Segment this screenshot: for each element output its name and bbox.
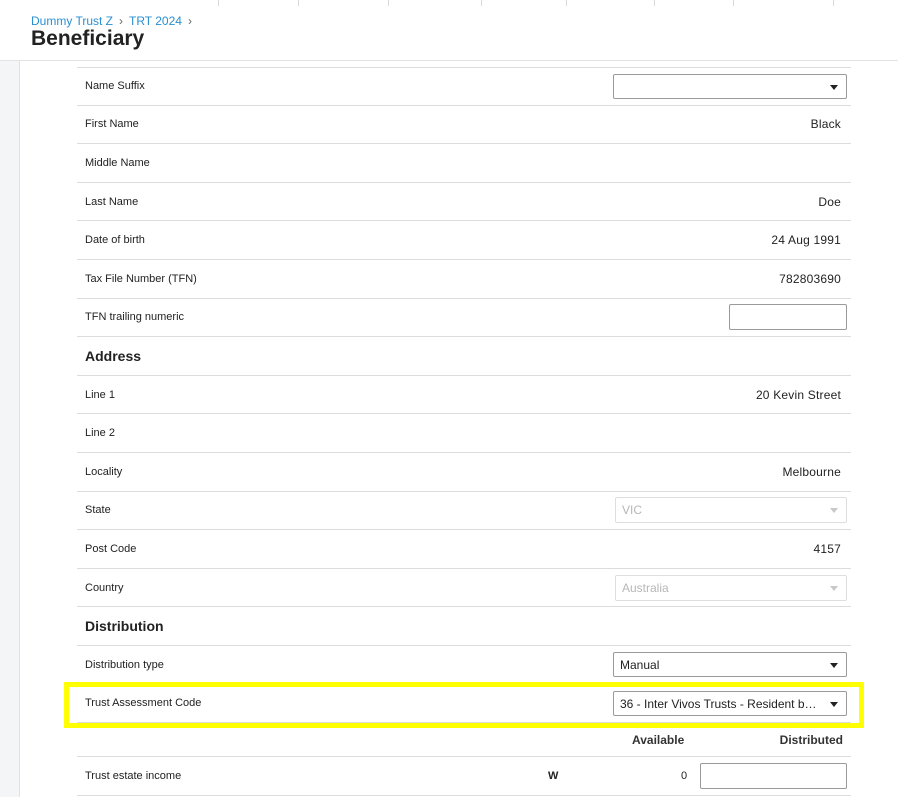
field-label: Tax File Number (TFN): [85, 272, 197, 285]
left-gutter: [0, 61, 20, 797]
distribution-type-select[interactable]: Manual: [613, 652, 847, 678]
date-of-birth-value: 24 Aug 1991: [771, 233, 841, 248]
page-title: Beneficiary: [31, 27, 145, 50]
distributed-column-heading: Distributed: [779, 733, 843, 748]
field-label: Distribution type: [85, 658, 164, 671]
field-label: Locality: [85, 465, 123, 478]
select-value: 36 - Inter Vivos Trusts - Resident benef…: [620, 696, 847, 711]
chevron-right-icon: ›: [187, 14, 192, 28]
field-label: Line 1: [85, 388, 115, 401]
available-value: 0: [681, 769, 688, 782]
field-label: Name Suffix: [85, 80, 145, 93]
row-trust-assessment-code: Trust Assessment Code 36 - Inter Vivos T…: [77, 685, 851, 724]
field-label: Date of birth: [85, 234, 145, 247]
row-tfn-trailing: TFN trailing numeric: [77, 299, 851, 338]
address-heading: Address: [85, 347, 142, 364]
distribution-heading: Distribution: [85, 618, 164, 635]
field-label: Trust Assessment Code: [85, 697, 202, 710]
row-name-suffix: Name Suffix: [77, 67, 851, 106]
caret-down-icon: [830, 508, 838, 514]
name-suffix-select[interactable]: [613, 73, 847, 99]
row-locality: Locality Melbourne: [77, 453, 851, 492]
row-middle-name: Middle Name: [77, 144, 851, 183]
row-state: State VIC: [77, 492, 851, 531]
postcode-value: 4157: [813, 541, 841, 556]
caret-down-icon: [830, 585, 838, 591]
row-trust-estate-income: Trust estate income W 0: [77, 757, 851, 796]
field-label: State: [85, 504, 111, 517]
row-postcode: Post Code 4157: [77, 530, 851, 569]
label-code: W: [548, 769, 559, 782]
row-last-name: Last Name Doe: [77, 183, 851, 222]
select-value: Australia: [622, 580, 669, 595]
field-label: Post Code: [85, 542, 137, 555]
income-column-header: Available Distributed: [77, 723, 851, 758]
field-label: TFN trailing numeric: [85, 311, 185, 324]
state-select: VIC: [615, 497, 847, 524]
breadcrumb-link-return[interactable]: TRT 2024: [129, 14, 182, 28]
caret-down-icon: [830, 84, 838, 90]
tfn-trailing-input[interactable]: [729, 304, 847, 331]
field-label: Middle Name: [85, 156, 150, 169]
page-header: Dummy Trust Z › TRT 2024 › Beneficiary: [0, 0, 898, 61]
top-tab-dividers: [0, 0, 898, 6]
last-name-value: Doe: [818, 194, 841, 209]
select-value: Manual: [620, 658, 660, 673]
row-first-name: First Name Black: [77, 106, 851, 145]
chevron-right-icon: ›: [119, 14, 124, 28]
breadcrumb: Dummy Trust Z › TRT 2024 ›: [31, 14, 198, 28]
caret-down-icon: [830, 701, 838, 707]
distributed-input[interactable]: [700, 762, 847, 789]
field-label: Trust estate income: [85, 769, 182, 782]
tfn-value: 782803690: [779, 271, 841, 286]
row-tfn: Tax File Number (TFN) 782803690: [77, 260, 851, 299]
field-label: Last Name: [85, 195, 139, 208]
breadcrumb-link-trust[interactable]: Dummy Trust Z: [31, 14, 113, 28]
row-distribution-type: Distribution type Manual: [77, 646, 851, 685]
available-column-heading: Available: [632, 733, 685, 748]
row-address-heading: Address: [77, 337, 851, 376]
trust-assessment-code-select[interactable]: 36 - Inter Vivos Trusts - Resident benef…: [613, 690, 847, 716]
field-label: First Name: [85, 118, 139, 131]
select-value: VIC: [622, 503, 643, 518]
address-line1-value: 20 Kevin Street: [755, 387, 841, 402]
row-distribution-heading: Distribution: [77, 607, 851, 646]
field-label: Line 2: [85, 427, 115, 440]
field-label: Country: [85, 581, 124, 594]
row-address-line2: Line 2: [77, 414, 851, 453]
caret-down-icon: [830, 663, 838, 669]
beneficiary-form: Name Suffix First Name Black Middle Name…: [77, 67, 851, 796]
country-select: Australia: [615, 574, 847, 601]
locality-value: Melbourne: [782, 464, 841, 479]
row-country: Country Australia: [77, 569, 851, 608]
first-name-value: Black: [810, 117, 841, 132]
row-date-of-birth: Date of birth 24 Aug 1991: [77, 221, 851, 260]
row-address-line1: Line 1 20 Kevin Street: [77, 376, 851, 415]
